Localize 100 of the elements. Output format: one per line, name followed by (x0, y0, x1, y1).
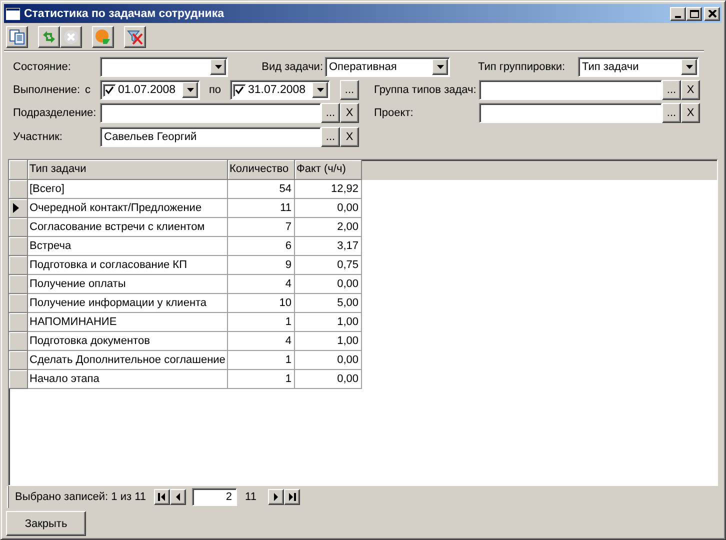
field-label: Участник: (13, 131, 64, 143)
clear-button[interactable]: X (681, 80, 700, 100)
field-label: Подразделение: (13, 107, 98, 119)
table-cell: 2,00 (294, 217, 361, 236)
clear-button[interactable]: X (340, 103, 359, 123)
status-text: Выбрано записей: 1 из 11 (15, 491, 146, 503)
clear-button[interactable]: X (681, 103, 700, 123)
task-type-combo-box[interactable]: Оперативная (325, 57, 450, 77)
close-button[interactable] (704, 6, 720, 20)
grouping-combo-box[interactable]: Тип задачи (578, 57, 699, 77)
state-combo-box[interactable] (100, 57, 228, 77)
table-cell: 10 (227, 293, 294, 312)
input-field[interactable]: Савельев Георгий (100, 127, 321, 147)
browse-button[interactable]: ... (321, 103, 340, 123)
table-cell: 11 (227, 198, 294, 217)
field-label: по (208, 84, 222, 96)
maximize-icon (690, 10, 698, 18)
input-field[interactable] (479, 103, 662, 123)
date-value: 01.07.2008 (118, 84, 177, 96)
dropdown-button[interactable] (182, 82, 198, 98)
field-label: Проект: (374, 107, 414, 119)
page-count: 11 (245, 491, 256, 503)
table-cell: 4 (227, 274, 294, 293)
table-cell: 12,92 (294, 179, 361, 198)
table-cell: Встреча (27, 236, 227, 255)
table-cell: 0,00 (294, 369, 361, 388)
table-cell: 1 (227, 312, 294, 331)
first-page-icon (158, 493, 166, 501)
toolbar-button[interactable] (124, 26, 146, 48)
close-icon (708, 10, 716, 18)
toolbar-button[interactable] (92, 26, 114, 48)
last-page-button[interactable] (284, 489, 300, 505)
current-row-icon (13, 202, 19, 212)
table-cell: 5,00 (294, 293, 361, 312)
window-title: Статистика по задачам сотрудника (24, 8, 226, 20)
table-cell: Сделать Дополнительное соглашение (27, 350, 227, 369)
table-cell: Начало этапа (27, 369, 227, 388)
table-cell: Согласование встречи с клиентом (27, 217, 227, 236)
last-page-icon (288, 493, 296, 501)
previous-page-icon (174, 493, 182, 501)
minimize-button[interactable] (670, 6, 686, 20)
copy-icon (9, 29, 25, 45)
cancel-icon (63, 29, 79, 45)
column-header[interactable]: Количество (227, 160, 294, 179)
input-field[interactable] (479, 80, 662, 100)
column-header[interactable]: Факт (ч/ч) (294, 160, 361, 179)
dropdown-button[interactable] (210, 59, 226, 75)
table-cell: Получение оплаты (27, 274, 227, 293)
table-cell: [Всего] (27, 179, 227, 198)
field-label: Вид задачи: (260, 61, 323, 73)
field-label: Состояние: (13, 61, 72, 73)
table-cell: 0,00 (294, 274, 361, 293)
field-label: Выполнение: (13, 84, 82, 96)
row-indicator[interactable] (9, 198, 27, 217)
toolbar-button[interactable] (38, 26, 60, 48)
table-cell: 9 (227, 255, 294, 274)
caret-icon (214, 65, 222, 69)
caret-icon (186, 88, 194, 92)
table-cell: 4 (227, 331, 294, 350)
caret-icon (316, 88, 324, 92)
table-cell: Подготовка документов (27, 331, 227, 350)
browse-button[interactable]: ... (662, 80, 681, 100)
refresh-icon (41, 29, 57, 45)
dropdown-button[interactable] (432, 59, 448, 75)
clear-button[interactable]: X (340, 127, 359, 147)
dropdown-button[interactable] (681, 59, 697, 75)
table-cell: 1 (227, 369, 294, 388)
previous-page-button[interactable] (170, 489, 186, 505)
table-cell: 0,75 (294, 255, 361, 274)
table-cell: Очередной контакт/Предложение (27, 198, 227, 217)
field-label: Тип группировки: (478, 61, 566, 73)
browse-button[interactable]: ... (340, 80, 359, 100)
table-cell: 6 (227, 236, 294, 255)
first-page-button[interactable] (154, 489, 170, 505)
table-cell: 0,00 (294, 198, 361, 217)
browse-button[interactable]: ... (321, 127, 340, 147)
table-cell: 1 (227, 350, 294, 369)
table-cell: НАПОМИНАНИЕ (27, 312, 227, 331)
table-cell: 54 (227, 179, 294, 198)
caret-icon (686, 65, 692, 69)
table-cell: 0,00 (294, 350, 361, 369)
field-label: Группа типов задач: (374, 84, 478, 96)
caret-icon (436, 65, 444, 69)
browse-button[interactable]: ... (662, 103, 681, 123)
table-cell: 3,17 (294, 236, 361, 255)
table-cell: 7 (227, 217, 294, 236)
table-cell: Получение информации у клиента (27, 293, 227, 312)
close-button[interactable]: Закрыть (6, 511, 86, 536)
pie-chart-icon (95, 29, 111, 45)
next-page-icon (272, 493, 280, 501)
window-icon (6, 8, 20, 20)
dropdown-button[interactable] (312, 82, 328, 98)
input-field[interactable] (100, 103, 321, 123)
toolbar-button[interactable] (6, 26, 28, 48)
next-page-button[interactable] (268, 489, 284, 505)
date-value: 31.07.2008 (248, 84, 307, 96)
column-header[interactable]: Тип задачи (27, 160, 227, 179)
table-cell: Подготовка и согласование КП (27, 255, 227, 274)
maximize-button[interactable] (686, 6, 702, 20)
page-field[interactable]: 2 (192, 488, 238, 506)
